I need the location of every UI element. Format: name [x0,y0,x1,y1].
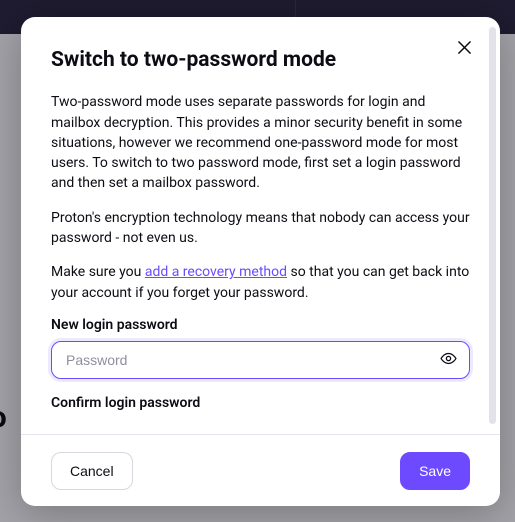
modal-body: Switch to two-password mode Two-password… [21,17,500,434]
eye-icon [440,350,457,370]
close-button[interactable] [450,35,478,63]
modal-paragraph-3: Make sure you add a recovery method so t… [51,262,470,303]
new-login-password-input[interactable] [51,341,470,379]
new-login-password-wrap [51,341,470,379]
close-icon [457,40,472,58]
new-login-password-label: New login password [51,317,470,333]
modal-title: Switch to two-password mode [51,47,470,74]
confirm-login-password-label: Confirm login password [51,395,470,411]
modal-paragraph-1: Two-password mode uses separate password… [51,92,470,193]
para3-text-a: Make sure you [51,264,145,280]
scrollbar[interactable] [489,27,496,424]
save-button[interactable]: Save [400,452,470,490]
two-password-modal: Switch to two-password mode Two-password… [21,17,500,506]
add-recovery-method-link[interactable]: add a recovery method [145,264,287,280]
toggle-password-visibility-button[interactable] [436,348,460,372]
cancel-button[interactable]: Cancel [51,452,133,490]
modal-footer: Cancel Save [21,434,500,506]
modal-paragraph-2: Proton's encryption technology means tha… [51,208,470,249]
